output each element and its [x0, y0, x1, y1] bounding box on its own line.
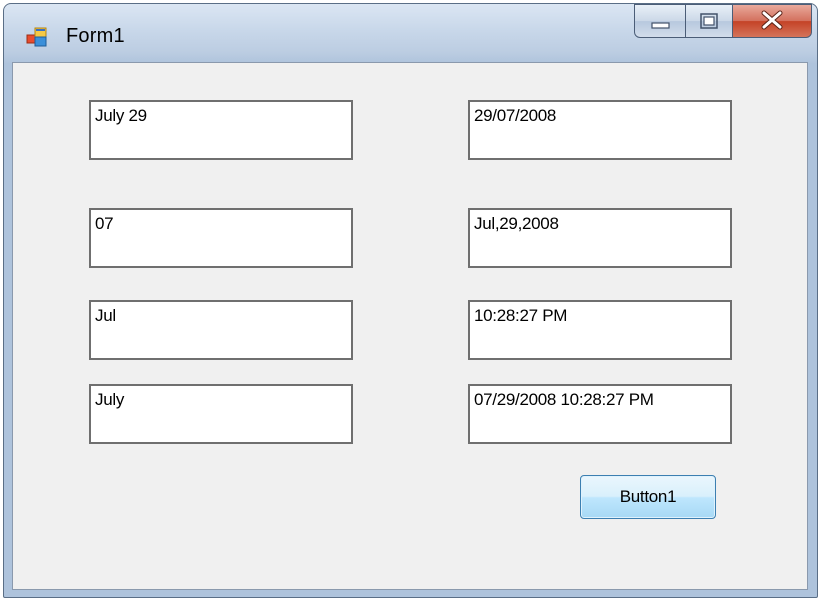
title-bar[interactable]: Form1 — [4, 4, 817, 62]
minimize-button[interactable] — [634, 4, 686, 38]
textbox-mon-day-year[interactable]: Jul,29,2008 — [468, 208, 732, 268]
window-title: Form1 — [66, 25, 125, 47]
maximize-button[interactable] — [685, 4, 733, 38]
textbox-time[interactable]: 10:28:27 PM — [468, 300, 732, 360]
button1[interactable]: Button1 — [580, 475, 716, 519]
maximize-icon — [700, 13, 718, 29]
textbox-month-abbrev[interactable]: Jul — [89, 300, 353, 360]
textbox-month-name[interactable]: July — [89, 384, 353, 444]
form-client-area: July 29 29/07/2008 07 Jul,29,2008 Jul 10… — [12, 62, 808, 590]
close-icon — [761, 10, 783, 30]
form1-window: Form1 July 29 29/07/2008 07 Jul,29,2008 … — [3, 3, 818, 598]
textbox-datetime[interactable]: 07/29/2008 10:28:27 PM — [468, 384, 732, 444]
close-button[interactable] — [732, 4, 812, 38]
app-form-icon — [26, 27, 47, 47]
textbox-dmy-date[interactable]: 29/07/2008 — [468, 100, 732, 160]
textbox-month-day[interactable]: July 29 — [89, 100, 353, 160]
minimize-icon — [651, 22, 670, 29]
textbox-month-number[interactable]: 07 — [89, 208, 353, 268]
